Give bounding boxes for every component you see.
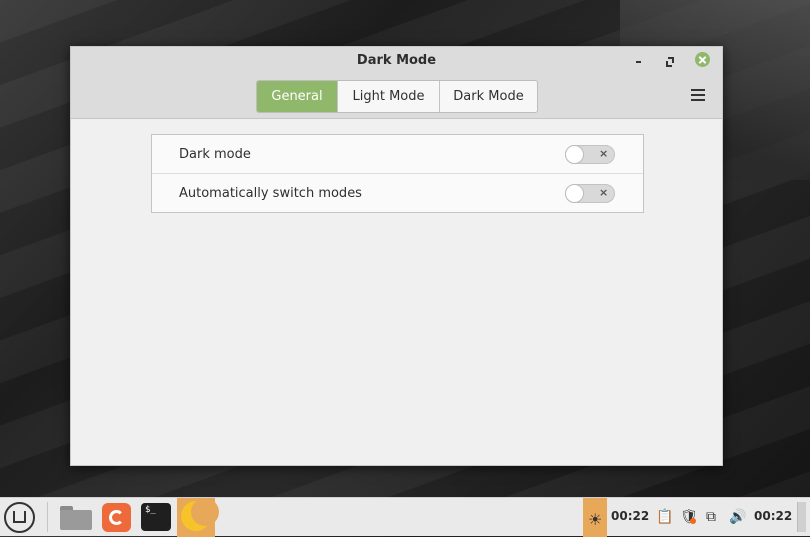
window-titlebar[interactable]: Dark Mode General Light Mode Dark Mode xyxy=(71,47,722,119)
dark-mode-window: Dark Mode General Light Mode Dark Mode D… xyxy=(70,46,723,466)
mint-menu-icon[interactable] xyxy=(4,502,35,533)
taskbar-separator xyxy=(47,502,48,532)
hamburger-menu-icon[interactable] xyxy=(691,89,707,103)
toggle-knob xyxy=(565,184,584,203)
tab-bar: General Light Mode Dark Mode xyxy=(256,80,538,113)
toggle-knob xyxy=(565,145,584,164)
clipboard-icon[interactable]: 📋 xyxy=(656,509,673,525)
tray-clock-1[interactable]: 00:22 xyxy=(611,509,649,523)
minimize-icon[interactable] xyxy=(631,53,647,69)
window-title: Dark Mode xyxy=(356,53,437,68)
auto-switch-toggle[interactable]: × xyxy=(565,184,615,203)
dark-mode-moon-icon[interactable] xyxy=(177,498,219,537)
toggle-off-icon: × xyxy=(599,147,609,160)
network-icon[interactable]: ⧉ xyxy=(706,509,716,525)
tab-general[interactable]: General xyxy=(257,81,337,112)
settings-list: Dark mode × Automatically switch modes × xyxy=(151,134,644,213)
maximize-icon[interactable] xyxy=(663,53,679,69)
close-icon[interactable] xyxy=(695,52,710,67)
setting-label: Automatically switch modes xyxy=(179,186,362,201)
setting-row-auto-switch: Automatically switch modes × xyxy=(152,174,643,212)
tray-clock-2[interactable]: 00:22 xyxy=(754,509,792,523)
toggle-off-icon: × xyxy=(599,186,609,199)
sun-icon[interactable]: ☀ xyxy=(583,498,607,537)
tab-light-mode[interactable]: Light Mode xyxy=(337,81,439,112)
terminal-glyph: $_ xyxy=(145,505,156,515)
files-icon[interactable] xyxy=(60,506,92,530)
taskbar: $_ ☀ 00:22 📋 🛡 ⧉ 🔊 00:22 xyxy=(0,497,810,537)
update-badge xyxy=(690,518,696,524)
setting-row-dark-mode: Dark mode × xyxy=(152,135,643,174)
volume-icon[interactable]: 🔊 xyxy=(729,509,746,525)
dark-mode-toggle[interactable]: × xyxy=(565,145,615,164)
setting-label: Dark mode xyxy=(179,147,251,162)
firefox-icon[interactable] xyxy=(102,503,131,532)
show-desktop-button[interactable] xyxy=(797,502,806,532)
tab-dark-mode[interactable]: Dark Mode xyxy=(439,81,537,112)
terminal-icon[interactable]: $_ xyxy=(141,503,171,531)
